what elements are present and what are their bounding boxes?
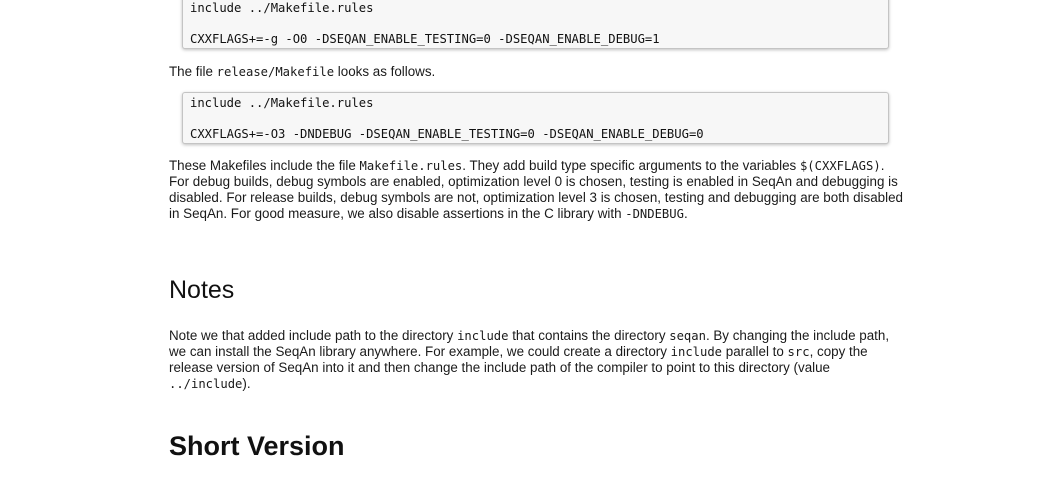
release-makefile-intro: The file release/Makefile looks as follo… [169, 64, 904, 80]
src-dir-code: src [787, 345, 810, 359]
paragraph-text: ). [242, 376, 251, 391]
include-dir-code: include [670, 345, 723, 359]
cxxflags-variable-code: $(CXXFLAGS) [799, 159, 881, 173]
code-line-include: include ../Makefile.rules [190, 1, 374, 15]
short-version-heading: Short Version [169, 431, 345, 461]
ndebug-flag-code: -DNDEBUG [625, 207, 684, 221]
intro-text-before: The file [169, 64, 217, 79]
paragraph-text: . They add build type specific arguments… [462, 158, 800, 173]
paragraph-text: Note we that added include path to the d… [169, 328, 458, 343]
paragraph-text: . [683, 206, 688, 221]
paragraph-text: parallel to [722, 344, 788, 359]
seqan-dir-code: seqan [669, 329, 706, 343]
makefiles-explanation-paragraph: These Makefiles include the file Makefil… [169, 158, 904, 222]
debug-makefile-code-block: include ../Makefile.rules CXXFLAGS+=-g -… [182, 0, 889, 49]
include-path-value-code: ../include [169, 377, 243, 391]
include-dir-code: include [457, 329, 509, 343]
code-line-include: include ../Makefile.rules [190, 96, 374, 110]
release-makefile-code-block: include ../Makefile.rules CXXFLAGS+=-O3 … [182, 92, 889, 144]
intro-text-after: looks as follows. [334, 64, 436, 79]
release-makefile-path: release/Makefile [216, 65, 335, 79]
code-line-cxxflags: CXXFLAGS+=-g -O0 -DSEQAN_ENABLE_TESTING=… [190, 32, 660, 46]
paragraph-text: that contains the directory [508, 328, 670, 343]
makefile-rules-code: Makefile.rules [359, 159, 463, 173]
code-line-cxxflags: CXXFLAGS+=-O3 -DNDEBUG -DSEQAN_ENABLE_TE… [190, 127, 704, 141]
notes-paragraph: Note we that added include path to the d… [169, 328, 904, 392]
notes-heading: Notes [169, 276, 235, 304]
paragraph-text: These Makefiles include the file [169, 158, 360, 173]
